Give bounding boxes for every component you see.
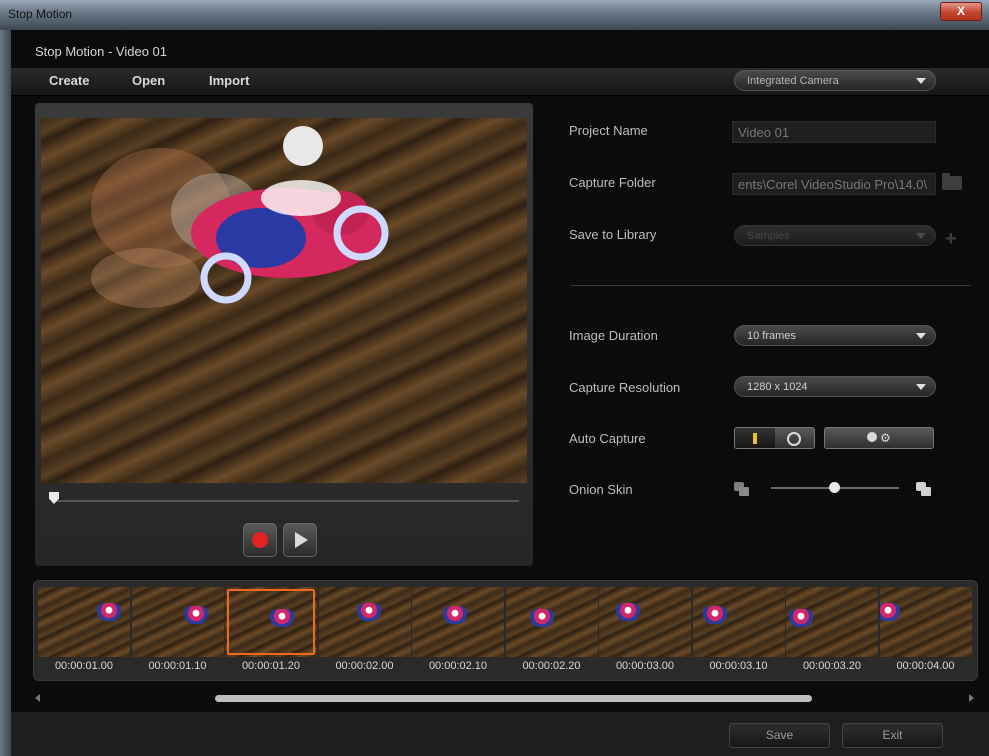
exit-button[interactable]: Exit (842, 723, 943, 748)
window-title: Stop Motion (8, 7, 73, 21)
app-title: Stop Motion - Video 01 (35, 44, 168, 59)
frame-timestamp: 00:00:02.00 (335, 660, 394, 672)
onion-skin-slider-thumb[interactable] (829, 482, 840, 493)
capture-resolution-label: Capture Resolution (569, 380, 681, 395)
frame-timestamp: 00:00:01.20 (241, 660, 301, 672)
clock-icon (867, 432, 877, 442)
playback-scrubber-handle[interactable] (49, 492, 59, 504)
onion-skin-less-icon[interactable] (734, 482, 750, 496)
camera-select-value: Integrated Camera (747, 75, 839, 87)
frame-timestamp: 00:00:04.00 (896, 660, 955, 672)
auto-capture-settings-button[interactable]: ⚙ (824, 427, 934, 449)
add-library-icon: + (945, 228, 957, 250)
frame-timestamp: 00:00:03.20 (802, 660, 862, 672)
filmstrip-frame[interactable] (131, 587, 224, 657)
chevron-down-icon (916, 233, 926, 239)
close-button[interactable]: X (940, 2, 982, 21)
frame-timestamp: 00:00:02.20 (522, 660, 581, 672)
off-icon[interactable] (787, 432, 801, 446)
scroll-right-icon[interactable] (969, 694, 974, 702)
image-duration-select[interactable]: 10 frames (734, 325, 936, 346)
frame-timestamp: 00:00:03.10 (709, 660, 768, 672)
menu-open[interactable]: Open (132, 73, 165, 88)
camera-preview (41, 118, 527, 483)
image-duration-label: Image Duration (569, 328, 658, 343)
scroll-left-icon[interactable] (35, 694, 40, 702)
project-name-label: Project Name (569, 123, 648, 138)
play-button[interactable] (283, 523, 317, 557)
menu-import[interactable]: Import (209, 73, 249, 88)
filmstrip-frame[interactable] (38, 587, 130, 657)
auto-capture-toggle[interactable] (734, 427, 815, 449)
filmstrip-frame[interactable] (505, 587, 598, 657)
app-area: Stop Motion - Video 01 Create Open Impor… (11, 30, 989, 756)
record-button[interactable] (243, 523, 277, 557)
playback-scrubber-track[interactable] (55, 500, 519, 502)
save-to-library-value: Samples (747, 230, 790, 242)
play-icon (295, 532, 308, 548)
save-to-library-label: Save to Library (569, 227, 657, 242)
window-titlebar: Stop Motion X (0, 0, 989, 30)
project-name-field[interactable]: Video 01 (732, 121, 936, 143)
gear-icon: ⚙ (880, 431, 891, 445)
frame-timestamp: 00:00:02.10 (428, 660, 488, 672)
filmstrip-frame[interactable] (879, 587, 972, 657)
image-duration-value: 10 frames (747, 330, 796, 342)
onion-skin-more-icon[interactable] (916, 482, 932, 496)
filmstrip-frame[interactable] (318, 587, 411, 657)
auto-capture-label: Auto Capture (569, 431, 646, 446)
on-icon (753, 433, 757, 444)
preview-panel (35, 103, 533, 566)
record-icon (252, 532, 268, 548)
save-button[interactable]: Save (729, 723, 830, 748)
capture-resolution-select[interactable]: 1280 x 1024 (734, 376, 936, 397)
folder-icon[interactable] (942, 173, 962, 190)
filmstrip-frame[interactable] (599, 587, 691, 657)
filmstrip-frame[interactable] (225, 587, 317, 657)
frame-timestamp: 00:00:01.00 (54, 660, 114, 672)
window-frame-edge (0, 30, 11, 756)
settings-divider (571, 285, 971, 286)
chevron-down-icon (916, 333, 926, 339)
capture-resolution-value: 1280 x 1024 (747, 381, 808, 393)
filmstrip-frame[interactable] (412, 587, 504, 657)
chevron-down-icon (916, 78, 926, 84)
auto-capture-on-button[interactable] (735, 428, 775, 448)
filmstrip-frame[interactable] (692, 587, 785, 657)
filmstrip-frame[interactable] (786, 587, 878, 657)
preview-image (91, 126, 389, 308)
frame-timestamp: 00:00:01.10 (148, 660, 207, 672)
chevron-down-icon (916, 384, 926, 390)
filmstrip-scrollbar-thumb[interactable] (215, 695, 812, 702)
capture-folder-field[interactable]: ents\Corel VideoStudio Pro\14.0\ (732, 173, 936, 195)
capture-folder-label: Capture Folder (569, 175, 656, 190)
camera-select[interactable]: Integrated Camera (734, 70, 936, 91)
save-to-library-select: Samples (734, 225, 936, 246)
menu-create[interactable]: Create (49, 73, 89, 88)
onion-skin-label: Onion Skin (569, 482, 633, 497)
frame-timestamp: 00:00:03.00 (615, 660, 675, 672)
